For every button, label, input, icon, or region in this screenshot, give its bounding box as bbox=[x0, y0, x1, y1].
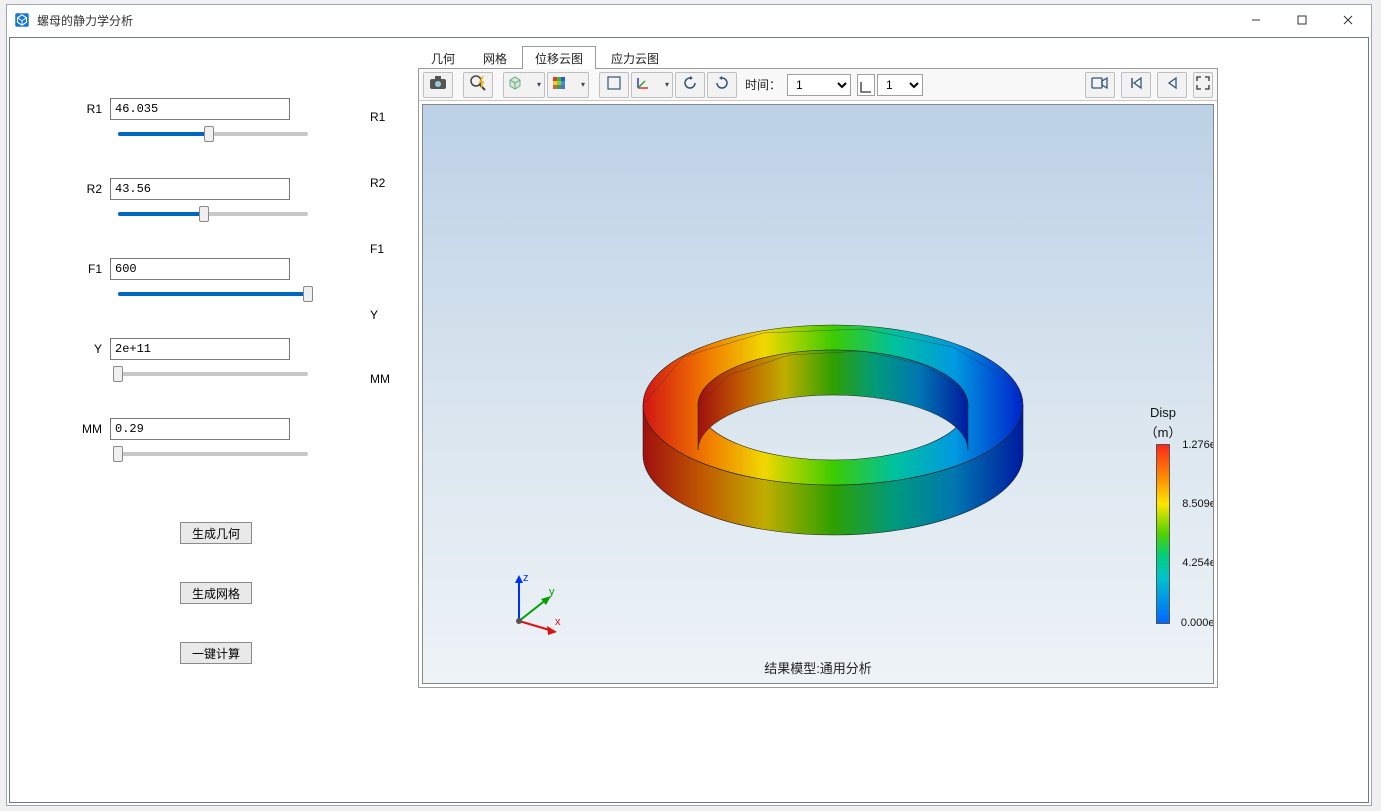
tabs: 几何 网格 位移云图 应力云图 bbox=[418, 46, 1368, 68]
param-label-mm: MM bbox=[40, 422, 110, 436]
colormap-icon bbox=[551, 75, 567, 94]
param-label-r2: R2 bbox=[40, 182, 110, 196]
fit-view-button[interactable] bbox=[599, 72, 629, 98]
chevron-down-icon: ▾ bbox=[537, 80, 541, 89]
param-label-f1: F1 bbox=[40, 262, 110, 276]
legend-tick-3: 0.000e+00 bbox=[1177, 617, 1214, 629]
tab-geometry[interactable]: 几何 bbox=[418, 46, 468, 69]
rotate-cw-button[interactable] bbox=[675, 72, 705, 98]
legend-bar: 1.276e-03 8.509e-04 4.254e-04 0.000e+00 bbox=[1156, 444, 1170, 624]
param-label-r1: R1 bbox=[40, 102, 110, 116]
video-camera-icon bbox=[1091, 76, 1109, 93]
tab-panel: ▾ ▾ ▾ 时间： 1 1 bbox=[418, 68, 1218, 688]
generate-mesh-button[interactable]: 生成网格 bbox=[180, 582, 252, 604]
tab-displacement-contour[interactable]: 位移云图 bbox=[522, 46, 596, 69]
view-cube-dropdown[interactable]: ▾ bbox=[503, 72, 545, 98]
param-input-r1[interactable] bbox=[110, 98, 290, 120]
slider-f1[interactable] bbox=[118, 286, 308, 302]
slider-y[interactable] bbox=[118, 366, 308, 382]
fullscreen-button[interactable] bbox=[1193, 72, 1213, 98]
app-window: 螺母的静力学分析 R1 R2 F1 bbox=[6, 4, 1372, 806]
cube-icon bbox=[507, 75, 523, 94]
minimize-button[interactable] bbox=[1233, 5, 1279, 35]
rotate-cw-icon bbox=[682, 75, 698, 94]
rotate-ccw-icon bbox=[714, 75, 730, 94]
param-row-r1: R1 bbox=[40, 98, 400, 120]
play-back-button[interactable] bbox=[1157, 72, 1187, 98]
chevron-down-icon: ▾ bbox=[665, 80, 669, 89]
legend-tick-0: 1.276e-03 bbox=[1177, 439, 1214, 451]
tab-mesh[interactable]: 网格 bbox=[470, 46, 520, 69]
param-row-y: Y bbox=[40, 338, 400, 360]
camera-icon bbox=[429, 75, 447, 94]
viewport-3d[interactable]: z y x Disp （m） bbox=[422, 104, 1214, 684]
right-angle-icon[interactable] bbox=[857, 74, 875, 96]
close-button[interactable] bbox=[1325, 5, 1371, 35]
mirror-label-mm: MM bbox=[370, 372, 390, 386]
axis-y-label: y bbox=[549, 586, 555, 598]
param-input-r2[interactable] bbox=[110, 178, 290, 200]
skip-first-icon bbox=[1129, 76, 1143, 93]
compute-button[interactable]: 一键计算 bbox=[180, 642, 252, 664]
param-row-mm: MM bbox=[40, 418, 400, 440]
client-area: R1 R2 F1 Y bbox=[9, 37, 1369, 803]
time-step-select[interactable]: 1 bbox=[877, 74, 923, 96]
generate-geometry-button[interactable]: 生成几何 bbox=[180, 522, 252, 544]
time-select[interactable]: 1 bbox=[787, 74, 851, 96]
slider-r1[interactable] bbox=[118, 126, 308, 142]
rotate-ccw-button[interactable] bbox=[707, 72, 737, 98]
tab-stress-contour[interactable]: 应力云图 bbox=[598, 46, 672, 69]
fit-icon bbox=[606, 75, 622, 94]
slider-r2[interactable] bbox=[118, 206, 308, 222]
axes-orientation-dropdown[interactable]: ▾ bbox=[631, 72, 673, 98]
axis-z-label: z bbox=[523, 572, 529, 584]
mirror-label-y: Y bbox=[370, 308, 378, 322]
param-row-f1: F1 bbox=[40, 258, 400, 280]
titlebar: 螺母的静力学分析 bbox=[7, 5, 1371, 35]
legend-title-1: Disp bbox=[1123, 405, 1203, 421]
param-input-mm[interactable] bbox=[110, 418, 290, 440]
app-icon bbox=[13, 11, 31, 29]
viewport-caption: 结果模型:通用分析 bbox=[764, 658, 872, 677]
axis-x-label: x bbox=[555, 616, 561, 628]
right-area: 几何 网格 位移云图 应力云图 ▾ ▾ ▾ 时间 bbox=[410, 38, 1368, 802]
slider-mm[interactable] bbox=[118, 446, 308, 462]
fullscreen-icon bbox=[1196, 76, 1210, 93]
axis-triad: z y x bbox=[501, 569, 571, 639]
mirror-label-f1: F1 bbox=[370, 242, 384, 256]
color-legend: Disp （m） 1.276e-03 8.509e-04 4.254e-04 0… bbox=[1123, 405, 1203, 624]
legend-tick-2: 4.254e-04 bbox=[1177, 557, 1214, 569]
chevron-down-icon: ▾ bbox=[581, 80, 585, 89]
record-button[interactable] bbox=[1085, 72, 1115, 98]
param-label-y: Y bbox=[40, 342, 110, 356]
mirror-label-r1: R1 bbox=[370, 110, 385, 124]
time-label: 时间： bbox=[745, 76, 781, 93]
legend-title-2: （m） bbox=[1123, 425, 1203, 441]
colormap-dropdown[interactable]: ▾ bbox=[547, 72, 589, 98]
snapshot-button[interactable] bbox=[423, 72, 453, 98]
magnifier-lightning-icon bbox=[469, 74, 487, 95]
maximize-button[interactable] bbox=[1279, 5, 1325, 35]
param-input-y[interactable] bbox=[110, 338, 290, 360]
parameter-panel: R1 R2 F1 Y bbox=[10, 38, 410, 802]
play-left-icon bbox=[1165, 76, 1179, 93]
param-row-r2: R2 bbox=[40, 178, 400, 200]
model-ring bbox=[613, 225, 1053, 545]
param-input-f1[interactable] bbox=[110, 258, 290, 280]
viewport-toolbar: ▾ ▾ ▾ 时间： 1 1 bbox=[419, 69, 1217, 101]
axes-icon bbox=[635, 75, 651, 94]
zoom-lightning-button[interactable] bbox=[463, 72, 493, 98]
window-title: 螺母的静力学分析 bbox=[37, 12, 133, 29]
mirror-label-r2: R2 bbox=[370, 176, 385, 190]
go-first-button[interactable] bbox=[1121, 72, 1151, 98]
legend-tick-1: 8.509e-04 bbox=[1177, 498, 1214, 510]
